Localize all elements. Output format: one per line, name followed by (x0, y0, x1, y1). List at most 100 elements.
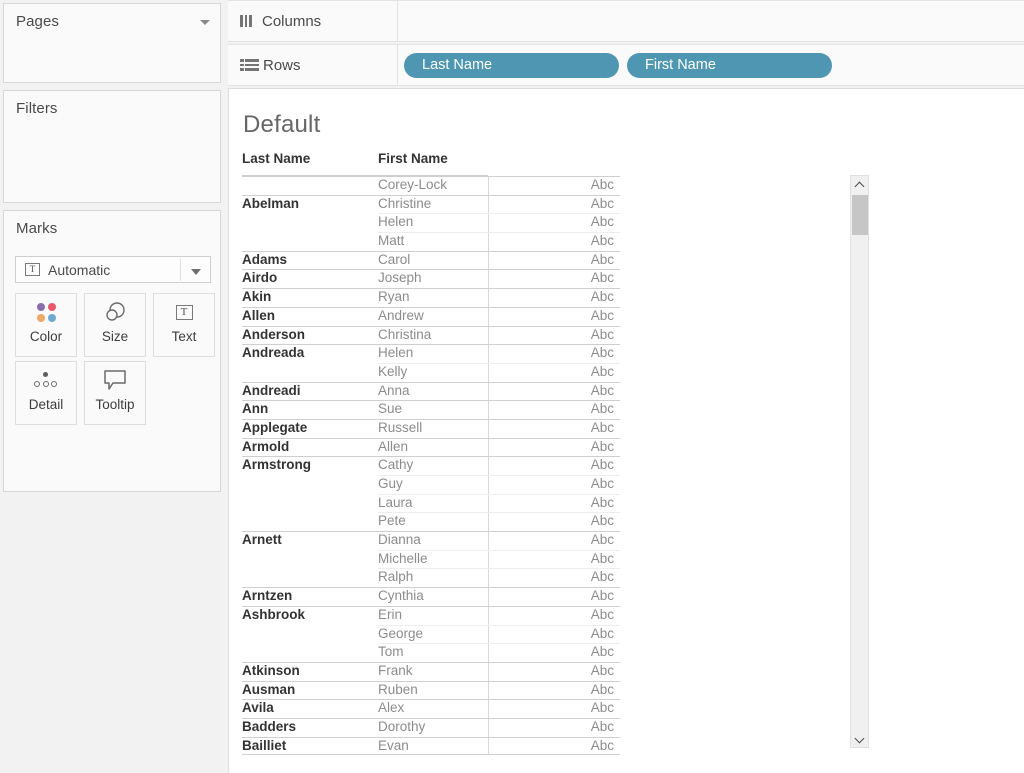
detail-dots-icon (16, 362, 76, 398)
cell-last-name (242, 625, 378, 644)
cell-last-name: Badders (242, 718, 378, 737)
cell-first-name: Pete (378, 512, 488, 531)
cell-last-name (242, 512, 378, 531)
vertical-scrollbar[interactable] (850, 175, 869, 748)
table-row[interactable]: MichelleAbc (242, 550, 620, 569)
cell-first-name: George (378, 625, 488, 644)
chevron-up-icon[interactable] (851, 176, 868, 193)
cell-first-name: Ruben (378, 681, 488, 700)
cell-measure-abc: Abc (488, 382, 620, 401)
table-row[interactable]: GeorgeAbc (242, 625, 620, 644)
text-mark-icon: T (25, 263, 40, 276)
table-row[interactable]: ArntzenCynthiaAbc (242, 587, 620, 606)
pill-first-name[interactable]: First Name (627, 53, 832, 78)
marks-size-button[interactable]: Size (84, 293, 146, 357)
table-row[interactable]: ArmoldAllenAbc (242, 438, 620, 457)
table-row[interactable]: Corey-LockAbc (242, 176, 620, 195)
cell-measure-abc: Abc (488, 550, 620, 569)
table-row[interactable]: TomAbc (242, 643, 620, 662)
column-header-first-name[interactable]: First Name (378, 151, 488, 166)
rows-shelf[interactable]: Rows Last Name First Name (228, 44, 1024, 86)
cell-measure-abc: Abc (488, 176, 620, 195)
pages-card-title: Pages (4, 4, 220, 30)
tableau-worksheet: Pages Filters Marks T Automatic (0, 0, 1024, 773)
cell-measure-abc: Abc (488, 269, 620, 288)
chevron-down-icon[interactable] (191, 269, 201, 275)
rows-shelf-label: Rows (263, 57, 301, 74)
table-row[interactable]: AkinRyanAbc (242, 288, 620, 307)
cell-first-name: Anna (378, 382, 488, 401)
table-row[interactable]: RalphAbc (242, 568, 620, 587)
table-row[interactable]: AbelmanChristineAbc (242, 195, 620, 214)
table-row[interactable]: AtkinsonFrankAbc (242, 662, 620, 681)
marks-type-dropdown[interactable]: T Automatic (15, 256, 211, 283)
table-row[interactable]: GuyAbc (242, 475, 620, 494)
worksheet-title: Default (243, 111, 320, 139)
cell-last-name: Arnett (242, 531, 378, 550)
table-row[interactable]: ArmstrongCathyAbc (242, 456, 620, 475)
table-row[interactable]: AndreadiAnnaAbc (242, 382, 620, 401)
marks-detail-button[interactable]: Detail (15, 361, 77, 425)
table-row[interactable]: MattAbc (242, 232, 620, 251)
cell-first-name: Michelle (378, 550, 488, 569)
marks-text-button[interactable]: T Text (153, 293, 215, 357)
marks-type-label: Automatic (48, 262, 110, 278)
cell-last-name: Avila (242, 699, 378, 718)
cell-last-name: Bailliet (242, 737, 378, 756)
rows-shelf-dropzone[interactable]: Last Name First Name (398, 53, 840, 78)
chevron-down-icon[interactable] (851, 730, 868, 747)
pill-last-name[interactable]: Last Name (404, 53, 619, 78)
table-body[interactable]: Corey-LockAbcAbelmanChristineAbcHelenAbc… (242, 176, 620, 755)
marks-color-button[interactable]: Color (15, 293, 77, 357)
table-row[interactable]: KellyAbc (242, 363, 620, 382)
cell-measure-abc: Abc (488, 606, 620, 625)
pages-card[interactable]: Pages (3, 3, 221, 83)
marks-detail-label: Detail (29, 398, 64, 412)
marks-tooltip-button[interactable]: Tooltip (84, 361, 146, 425)
column-header-last-name[interactable]: Last Name (242, 151, 378, 166)
cell-first-name: Russell (378, 419, 488, 438)
cell-measure-abc: Abc (488, 699, 620, 718)
table-row[interactable]: LauraAbc (242, 494, 620, 513)
cell-first-name: Helen (378, 213, 488, 232)
table-row[interactable]: HelenAbc (242, 213, 620, 232)
table-row[interactable]: ApplegateRussellAbc (242, 419, 620, 438)
cell-measure-abc: Abc (488, 288, 620, 307)
table-row[interactable]: PeteAbc (242, 512, 620, 531)
table-row[interactable]: AdamsCarolAbc (242, 251, 620, 270)
table-row[interactable]: AusmanRubenAbc (242, 681, 620, 700)
cell-measure-abc: Abc (488, 494, 620, 513)
marks-color-label: Color (30, 330, 62, 344)
cell-first-name: Tom (378, 643, 488, 662)
chevron-down-icon[interactable] (200, 20, 210, 25)
table-row[interactable]: AndreadaHelenAbc (242, 344, 620, 363)
cell-measure-abc: Abc (488, 643, 620, 662)
scrollbar-thumb[interactable] (852, 195, 868, 235)
cell-measure-abc: Abc (488, 587, 620, 606)
table-row[interactable]: BaillietEvanAbc (242, 737, 620, 756)
rows-shelf-label-box: Rows (228, 45, 398, 85)
table-row[interactable]: AirdoJosephAbc (242, 269, 620, 288)
view-canvas: Default Last Name First Name Corey-LockA… (228, 88, 1024, 773)
table-bottom-border (242, 754, 620, 755)
cell-last-name: Atkinson (242, 662, 378, 681)
tooltip-bubble-icon (85, 362, 145, 398)
cell-measure-abc: Abc (488, 512, 620, 531)
cell-last-name (242, 363, 378, 382)
table-row[interactable]: AllenAndrewAbc (242, 307, 620, 326)
table-row[interactable]: BaddersDorothyAbc (242, 718, 620, 737)
table-row[interactable]: AshbrookErinAbc (242, 606, 620, 625)
cell-measure-abc: Abc (488, 625, 620, 644)
color-dots-icon (16, 294, 76, 330)
marks-size-label: Size (102, 330, 128, 344)
table-row[interactable]: AndersonChristinaAbc (242, 326, 620, 345)
table-row[interactable]: ArnettDiannaAbc (242, 531, 620, 550)
cell-last-name: Ashbrook (242, 606, 378, 625)
columns-shelf[interactable]: Columns (228, 0, 1024, 42)
filters-card[interactable]: Filters (3, 90, 221, 203)
cell-last-name (242, 550, 378, 569)
cell-first-name: Matt (378, 232, 488, 251)
cell-last-name: Akin (242, 288, 378, 307)
table-row[interactable]: AnnSueAbc (242, 400, 620, 419)
table-row[interactable]: AvilaAlexAbc (242, 699, 620, 718)
